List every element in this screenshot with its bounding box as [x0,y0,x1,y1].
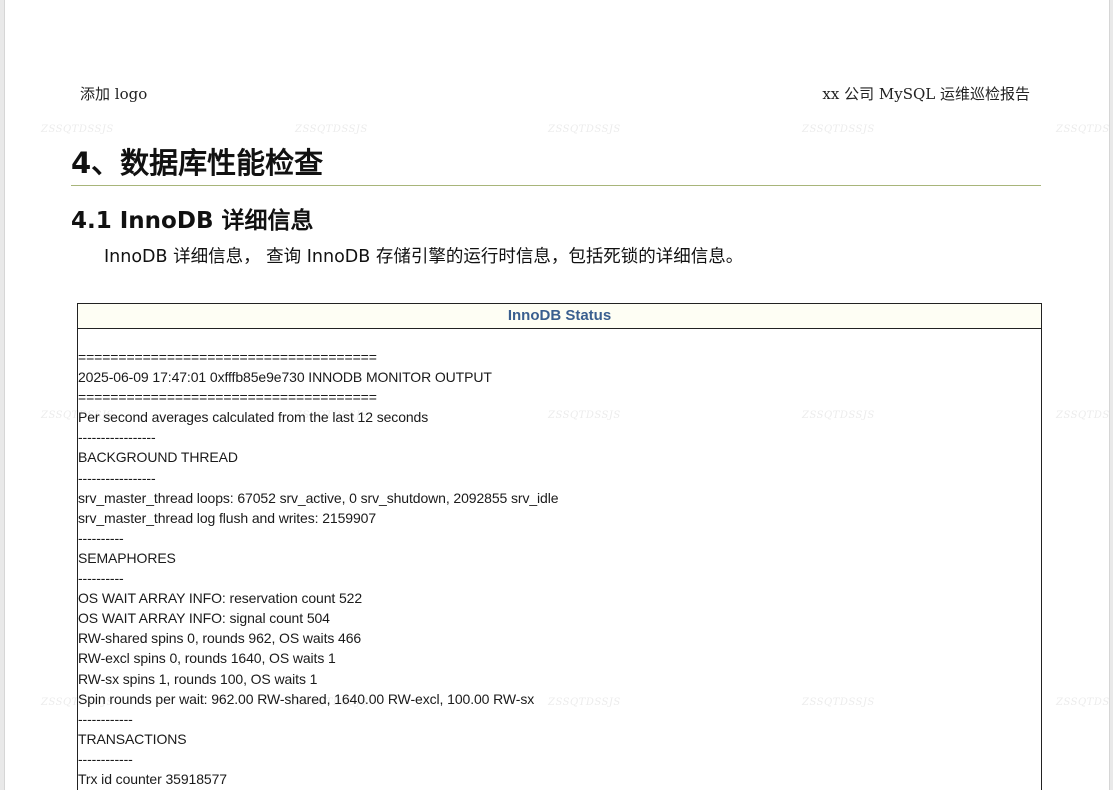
status-line: Per second averages calculated from the … [78,409,429,426]
subsection-heading: 4.1 InnoDB 详细信息 [71,208,314,234]
status-line: ===================================== [78,389,377,406]
status-line: Trx id counter 35918577 [78,770,227,787]
status-line: OS WAIT ARRAY INFO: reservation count 52… [78,590,363,607]
watermark: ZSSQTDSSJS [1056,124,1110,135]
watermark: ZSSQTDSSJS [41,124,114,135]
status-line: RW-sx spins 1, rounds 100, OS waits 1 [78,670,318,687]
watermark: ZSSQTDSSJS [1056,697,1110,708]
status-line: SEMAPHORES [78,549,176,566]
status-line: Spin rounds per wait: 962.00 RW-shared, … [78,690,535,707]
status-line: ----------------- [78,429,156,446]
section-heading: 4、数据库性能检查 [71,146,324,180]
status-line: OS WAIT ARRAY INFO: signal count 504 [78,610,330,627]
status-line: ----------------- [78,469,156,486]
status-line: ===================================== [78,349,377,365]
status-line: ------------ [78,710,133,727]
watermark: ZSSQTDSSJS [1056,410,1110,421]
innodb-status-output: ===================================== 20… [78,329,1041,789]
watermark: ZSSQTDSSJS [802,124,875,135]
status-line: RW-shared spins 0, rounds 962, OS waits … [78,630,362,647]
status-line: TRANSACTIONS [78,730,187,747]
status-line: BACKGROUND THREAD [78,449,238,466]
watermark: ZSSQTDSSJS [295,124,368,135]
section-heading-rule [71,185,1041,186]
status-line: ---------- [78,529,124,546]
page-header-logo-placeholder: 添加 logo [80,85,148,103]
watermark: ZSSQTDSSJS [548,124,621,135]
status-line: ------------ [78,750,133,767]
status-line: ---------- [78,570,124,587]
status-line: 2025-06-09 17:47:01 0xfffb85e9e730 INNOD… [78,369,492,386]
status-line: RW-excl spins 0, rounds 1640, OS waits 1 [78,650,336,667]
status-line: srv_master_thread loops: 67052 srv_activ… [78,489,559,506]
intro-paragraph: InnoDB 详细信息， 查询 InnoDB 存储引擎的运行时信息，包括死锁的详… [104,247,744,267]
page-header-report-title: xx 公司 MySQL 运维巡检报告 [822,85,1030,103]
innodb-status-table-header: InnoDB Status [78,304,1041,329]
document-page: ZSSQTDSSJS ZSSQTDSSJS ZSSQTDSSJS ZSSQTDS… [4,0,1110,790]
status-line: srv_master_thread log flush and writes: … [78,509,377,526]
innodb-status-table: InnoDB Status ==========================… [77,303,1042,790]
